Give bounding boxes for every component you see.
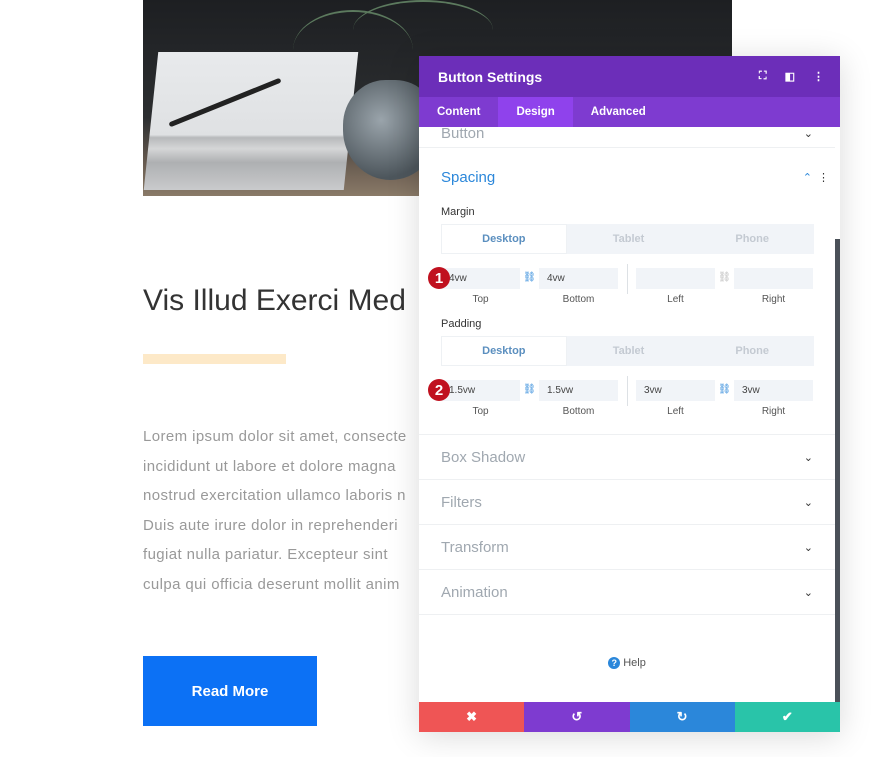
device-phone[interactable]: Phone	[690, 336, 814, 366]
section-label: Animation	[441, 583, 508, 601]
divider	[627, 376, 628, 406]
padding-top-input[interactable]: 1.5vw	[441, 380, 520, 401]
text-line: Lorem ipsum dolor sit amet, consecte	[143, 428, 407, 445]
caption: Top	[472, 294, 489, 305]
help-label: Help	[623, 657, 646, 669]
section-label: Transform	[441, 538, 509, 556]
chevron-down-icon: ⌄	[803, 496, 813, 509]
caption: Right	[761, 294, 786, 305]
section-animation[interactable]: Animation ⌄	[419, 570, 835, 615]
scrollbar[interactable]	[835, 239, 840, 702]
tab-content[interactable]: Content	[419, 97, 498, 127]
close-icon: ✖	[466, 709, 478, 724]
margin-right-input[interactable]	[734, 268, 813, 289]
section-box-shadow[interactable]: Box Shadow ⌄	[419, 435, 835, 480]
more-options-icon[interactable]: ⋮	[813, 70, 824, 83]
link-icon[interactable]: ⛓	[520, 268, 539, 283]
device-phone[interactable]: Phone	[690, 224, 814, 254]
panel-header[interactable]: Button Settings ⛶ ◧ ⋮	[419, 56, 840, 97]
text-line: fugiat nulla pariatur. Excepteur sint	[143, 546, 388, 564]
body-text: Lorem ipsum dolor sit amet, consecte inc…	[143, 422, 407, 600]
text-line: Duis aute irure dolor in reprehenderi	[143, 516, 398, 534]
caption: Bottom	[562, 294, 595, 305]
padding-bottom-input[interactable]: 1.5vw	[539, 380, 618, 401]
text-line: incididunt ut labore et dolore magna	[143, 457, 396, 475]
link-icon[interactable]: ⛓	[520, 380, 539, 395]
chevron-up-icon: ⌃	[802, 171, 812, 184]
padding-device-tabs: Desktop Tablet Phone	[441, 336, 814, 366]
undo-button[interactable]: ↺	[524, 702, 630, 732]
caption: Left	[667, 406, 684, 417]
caption: Left	[667, 294, 684, 305]
section-label: Button	[441, 127, 485, 142]
divider	[627, 264, 628, 294]
margin-label: Margin	[441, 206, 475, 218]
device-desktop[interactable]: Desktop	[441, 224, 567, 254]
read-more-button[interactable]: Read More	[143, 656, 317, 726]
chevron-down-icon: ⌄	[803, 127, 813, 140]
redo-icon: ↻	[676, 709, 688, 724]
margin-device-tabs: Desktop Tablet Phone	[441, 224, 814, 254]
margin-fields: 1 4vw Top ⛓ 4vw Bottom Left ⛓ Right	[428, 264, 814, 305]
device-tablet[interactable]: Tablet	[567, 224, 691, 254]
chevron-down-icon: ⌄	[803, 586, 813, 599]
step-badge: 2	[428, 379, 450, 401]
caption: Top	[472, 406, 489, 417]
more-options-icon[interactable]: ⋮	[818, 171, 829, 184]
section-label: Filters	[441, 493, 482, 511]
text-line: nostrud exercitation ullamco laboris n	[143, 487, 406, 505]
help-icon: ?	[608, 657, 621, 669]
text-line: culpa qui officia deserunt mollit anim	[143, 575, 400, 593]
help-link[interactable]: ? Help	[419, 657, 835, 669]
fullscreen-icon[interactable]: ⛶	[759, 70, 767, 83]
tab-design[interactable]: Design	[498, 97, 573, 127]
chevron-down-icon: ⌄	[803, 451, 813, 464]
undo-icon: ↺	[571, 709, 583, 724]
section-filters[interactable]: Filters ⌄	[419, 480, 835, 525]
panel-title: Button Settings	[438, 68, 543, 85]
check-icon: ✔	[781, 709, 793, 724]
section-transform[interactable]: Transform ⌄	[419, 525, 835, 570]
margin-left-input[interactable]	[636, 268, 715, 289]
device-tablet[interactable]: Tablet	[567, 336, 691, 366]
device-desktop[interactable]: Desktop	[441, 336, 567, 366]
section-label: Spacing	[441, 168, 496, 186]
caption: Bottom	[562, 406, 595, 417]
padding-fields: 2 1.5vw Top ⛓ 1.5vw Bottom 3vw Left ⛓ 3vw Ri…	[428, 376, 814, 417]
padding-label: Padding	[441, 318, 482, 330]
section-button[interactable]: Button ⌄	[419, 127, 835, 148]
plant-leaf	[353, 0, 493, 60]
split-view-icon[interactable]: ◧	[785, 70, 795, 83]
padding-left-input[interactable]: 3vw	[636, 380, 715, 401]
margin-top-input[interactable]: 4vw	[441, 268, 520, 289]
button-settings-panel: Button Settings ⛶ ◧ ⋮ Content Design Adv…	[419, 56, 840, 732]
cancel-button[interactable]: ✖	[419, 702, 525, 732]
redo-button[interactable]: ↻	[629, 702, 735, 732]
accent-divider	[143, 354, 286, 364]
unlink-icon[interactable]: ⛓	[715, 268, 734, 283]
section-label: Box Shadow	[441, 448, 526, 466]
section-spacing[interactable]: Spacing ⌃ ⋮	[419, 148, 835, 206]
panel-footer: ✖ ↺ ↻ ✔	[419, 702, 840, 732]
caption: Right	[761, 406, 786, 417]
margin-bottom-input[interactable]: 4vw	[539, 268, 618, 289]
save-button[interactable]: ✔	[734, 702, 840, 732]
page-title: Vis Illud Exerci Med	[143, 284, 406, 317]
chevron-down-icon: ⌄	[803, 541, 813, 554]
panel-tabs: Content Design Advanced	[419, 97, 840, 127]
link-icon[interactable]: ⛓	[715, 380, 734, 395]
step-badge: 1	[428, 267, 450, 289]
padding-right-input[interactable]: 3vw	[734, 380, 813, 401]
tab-advanced[interactable]: Advanced	[573, 97, 664, 127]
